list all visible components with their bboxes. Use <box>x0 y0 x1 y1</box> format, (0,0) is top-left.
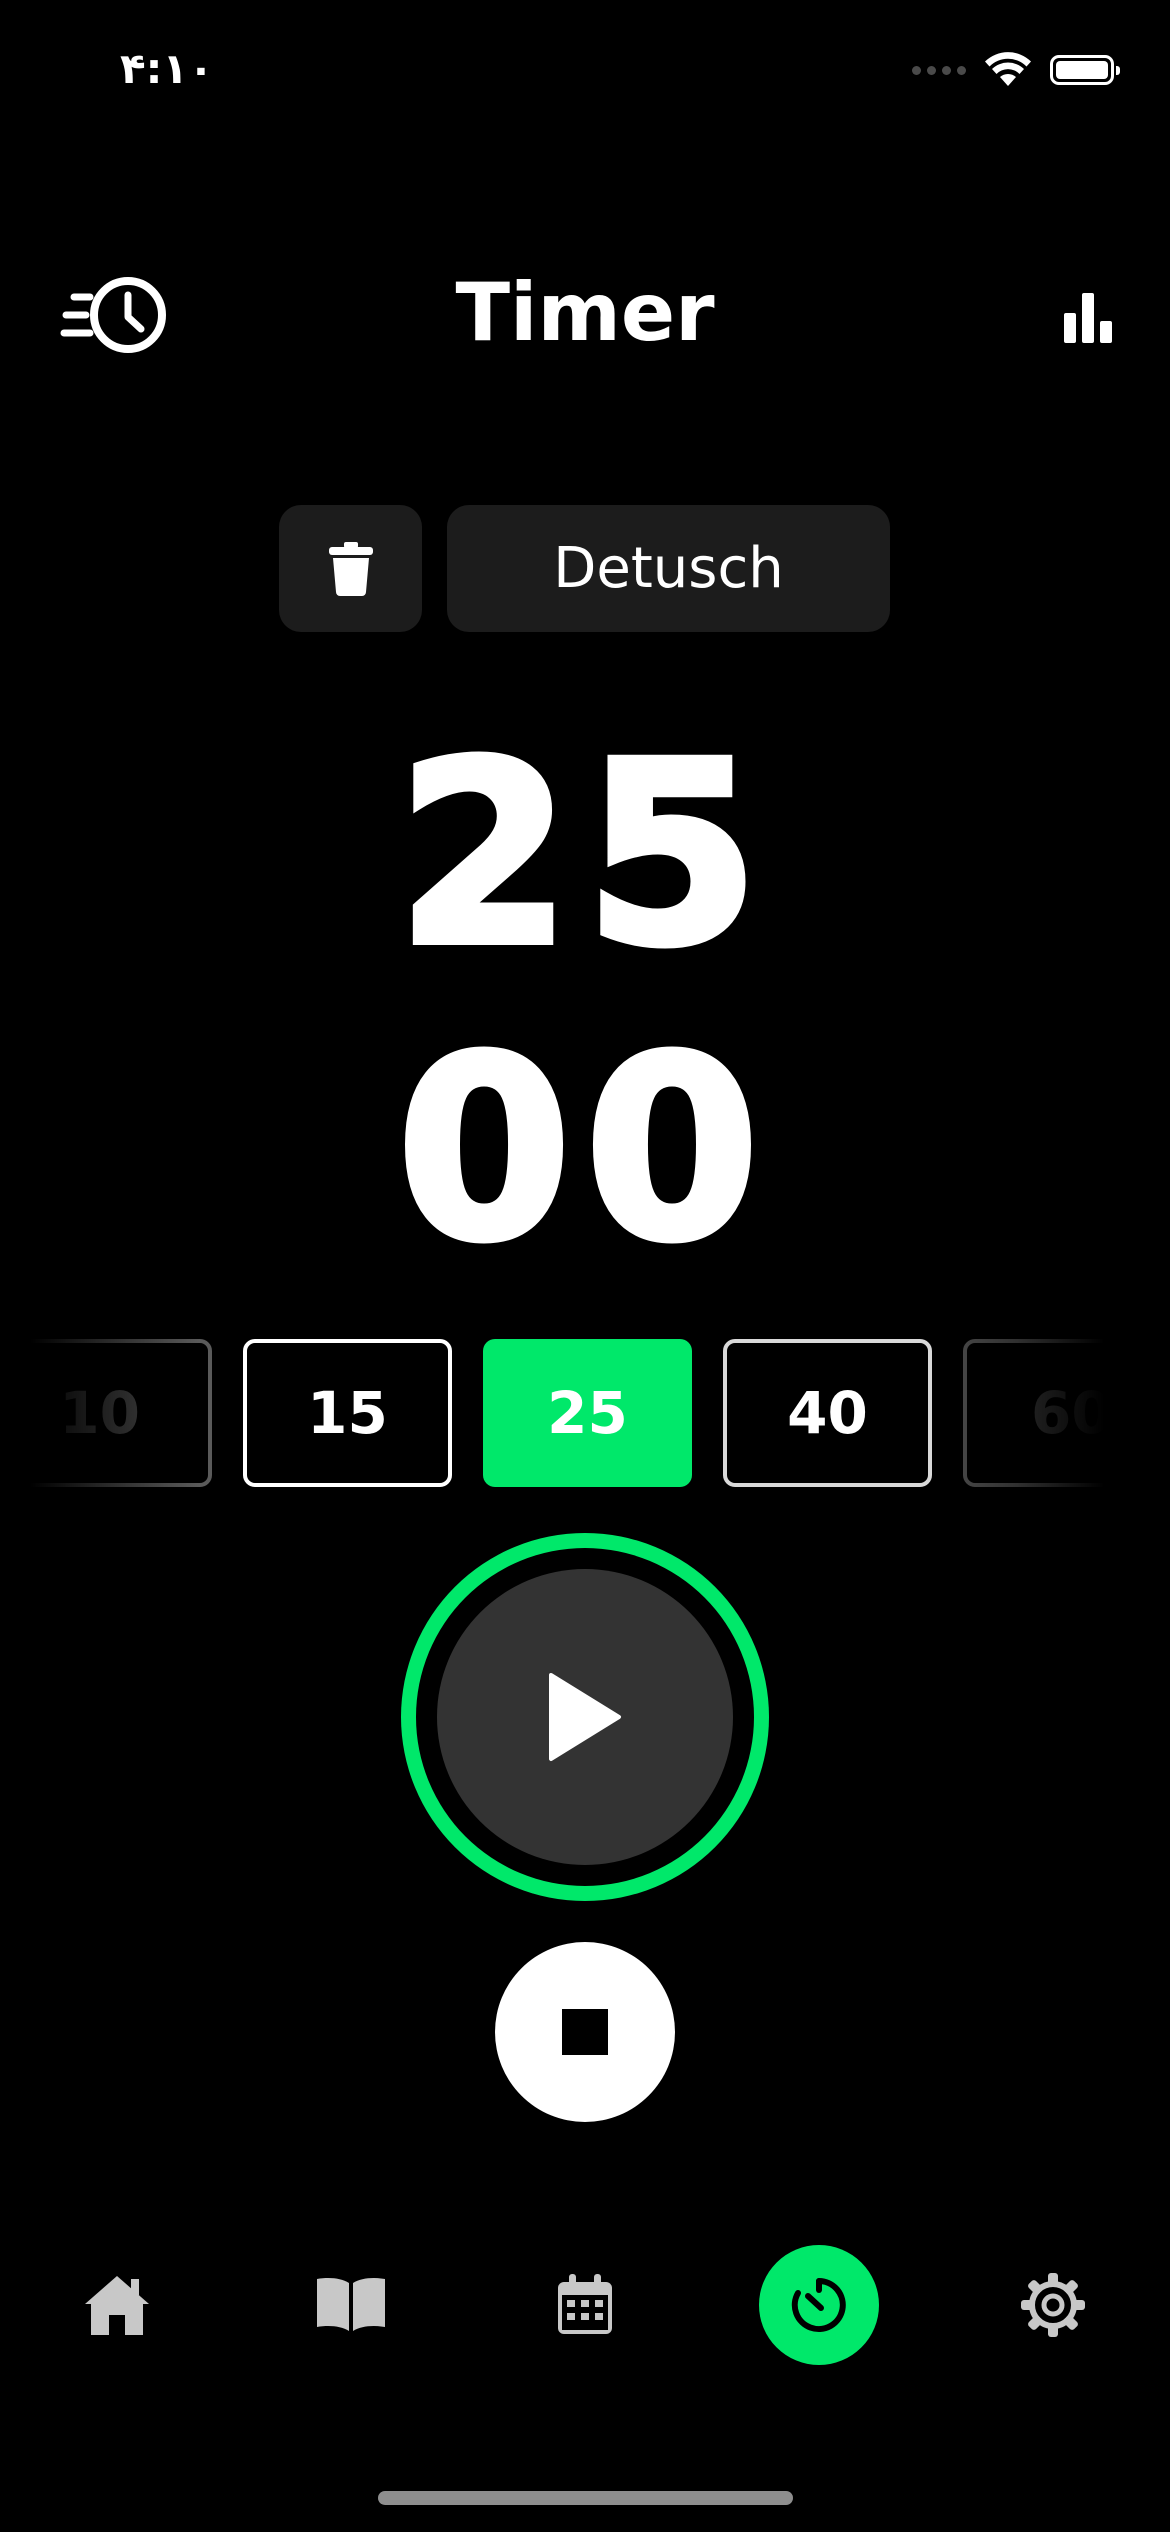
status-indicators <box>912 52 1120 88</box>
tab-bar <box>0 2245 1170 2365</box>
preset-chip[interactable]: 60 <box>963 1339 1170 1487</box>
tab-calendar[interactable] <box>525 2245 645 2365</box>
book-icon <box>317 2278 385 2331</box>
tab-library[interactable] <box>291 2245 411 2365</box>
stop-icon <box>562 2009 608 2055</box>
task-select-button[interactable]: Detusch <box>447 505 890 632</box>
battery-icon <box>1050 55 1120 85</box>
preset-chip[interactable]: 10 <box>3 1339 212 1487</box>
timer-icon <box>791 2278 846 2332</box>
preset-chip[interactable]: 15 <box>243 1339 452 1487</box>
timer-seconds: 00 <box>393 1004 773 1295</box>
delete-task-button[interactable] <box>279 505 422 632</box>
timer-minutes: 25 <box>393 709 773 1000</box>
bar-chart-icon <box>1064 293 1112 343</box>
calendar-icon <box>558 2274 612 2334</box>
play-icon <box>549 1673 621 1761</box>
home-icon <box>85 2276 149 2335</box>
tab-timer[interactable] <box>759 2245 879 2365</box>
stop-button[interactable] <box>495 1942 675 2122</box>
status-time: ۴:۱۰ <box>120 44 214 93</box>
cellular-signal-icon <box>912 65 966 75</box>
preset-chip[interactable]: 40 <box>723 1339 932 1487</box>
preset-duration-selector[interactable]: 10 15 25 40 60 <box>0 1339 1170 1489</box>
tab-home[interactable] <box>57 2245 177 2365</box>
page-title: Timer <box>455 266 715 359</box>
gear-icon <box>1021 2273 1085 2337</box>
preset-chip-selected[interactable]: 25 <box>483 1339 692 1487</box>
wifi-icon <box>985 52 1031 86</box>
play-button[interactable] <box>401 1533 769 1901</box>
trash-icon <box>328 541 373 596</box>
home-indicator[interactable] <box>378 2491 793 2505</box>
statistics-button[interactable] <box>1054 282 1124 352</box>
tab-settings[interactable] <box>993 2245 1113 2365</box>
